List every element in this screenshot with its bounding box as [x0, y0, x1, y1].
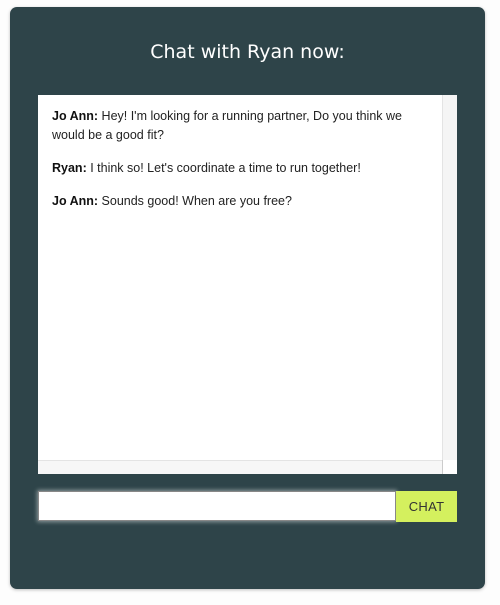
horizontal-scrollbar[interactable] [38, 460, 442, 474]
chat-title: Chat with Ryan now: [150, 41, 345, 63]
chat-send-button[interactable]: CHAT [396, 491, 457, 522]
chat-log: Jo Ann: Hey! I'm looking for a running p… [38, 95, 457, 474]
message-text: I think so! Let's coordinate a time to r… [86, 161, 361, 175]
chat-message-input[interactable] [38, 491, 396, 521]
message-text: Sounds good! When are you free? [98, 194, 292, 208]
chat-message: Ryan: I think so! Let's coordinate a tim… [52, 159, 437, 178]
chat-panel: Chat with Ryan now: Jo Ann: Hey! I'm loo… [10, 7, 485, 589]
chat-message: Jo Ann: Sounds good! When are you free? [52, 192, 437, 211]
message-list: Jo Ann: Hey! I'm looking for a running p… [52, 107, 437, 225]
scrollbar-corner [442, 460, 457, 474]
message-sender: Jo Ann: [52, 194, 99, 208]
message-sender: Jo Ann: [52, 109, 99, 123]
vertical-scrollbar[interactable] [442, 95, 457, 460]
message-sender: Ryan: [52, 161, 87, 175]
chat-message: Jo Ann: Hey! I'm looking for a running p… [52, 107, 437, 145]
message-text: Hey! I'm looking for a running partner, … [52, 109, 402, 142]
